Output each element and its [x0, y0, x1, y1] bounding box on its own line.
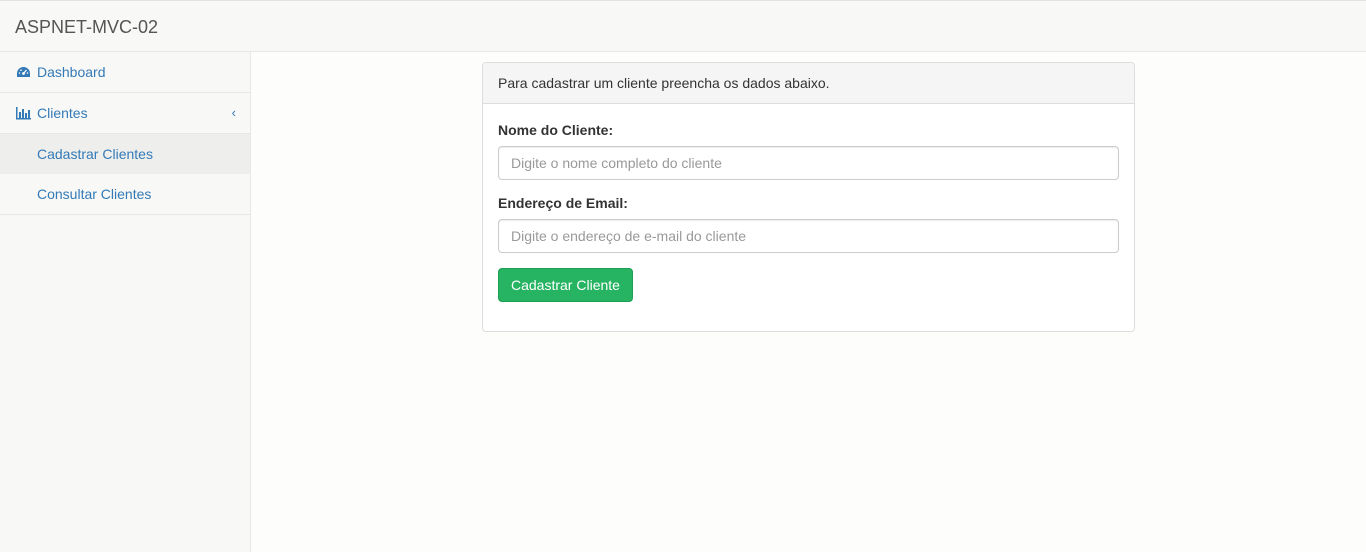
clientes-submenu: Cadastrar Clientes Consultar Clientes — [0, 134, 250, 215]
sidebar-subitem-cadastrar-clientes[interactable]: Cadastrar Clientes — [0, 134, 250, 174]
chevron-left-icon: ‹ — [231, 105, 236, 120]
name-form-group: Nome do Cliente: — [498, 122, 1119, 180]
email-input[interactable] — [498, 219, 1119, 253]
dashboard-icon — [16, 54, 32, 77]
panel-body: Nome do Cliente: Endereço de Email: Cada… — [483, 104, 1134, 317]
client-form-panel: Para cadastrar um cliente preencha os da… — [482, 62, 1135, 332]
panel-heading: Para cadastrar um cliente preencha os da… — [483, 63, 1134, 104]
name-input[interactable] — [498, 146, 1119, 180]
brand-link[interactable]: ASPNET-MVC-02 — [15, 17, 158, 37]
submit-cadastrar-cliente-button[interactable]: Cadastrar Cliente — [498, 268, 633, 302]
sidebar-item-dashboard[interactable]: Dashboard — [0, 52, 250, 93]
name-label: Nome do Cliente: — [498, 122, 614, 138]
sidebar-item-clientes[interactable]: Clientes ‹ — [0, 93, 250, 134]
sidebar-item-label: Clientes — [37, 105, 88, 121]
email-form-group: Endereço de Email: — [498, 195, 1119, 253]
sidebar: Dashboard Clientes ‹ Cadastrar Clientes … — [0, 52, 251, 552]
sidebar-item-label: Dashboard — [37, 64, 106, 80]
top-navbar: ASPNET-MVC-02 — [0, 0, 1366, 52]
sidebar-subitem-consultar-clientes[interactable]: Consultar Clientes — [0, 174, 250, 214]
email-label: Endereço de Email: — [498, 195, 628, 211]
bar-chart-icon — [16, 95, 32, 120]
